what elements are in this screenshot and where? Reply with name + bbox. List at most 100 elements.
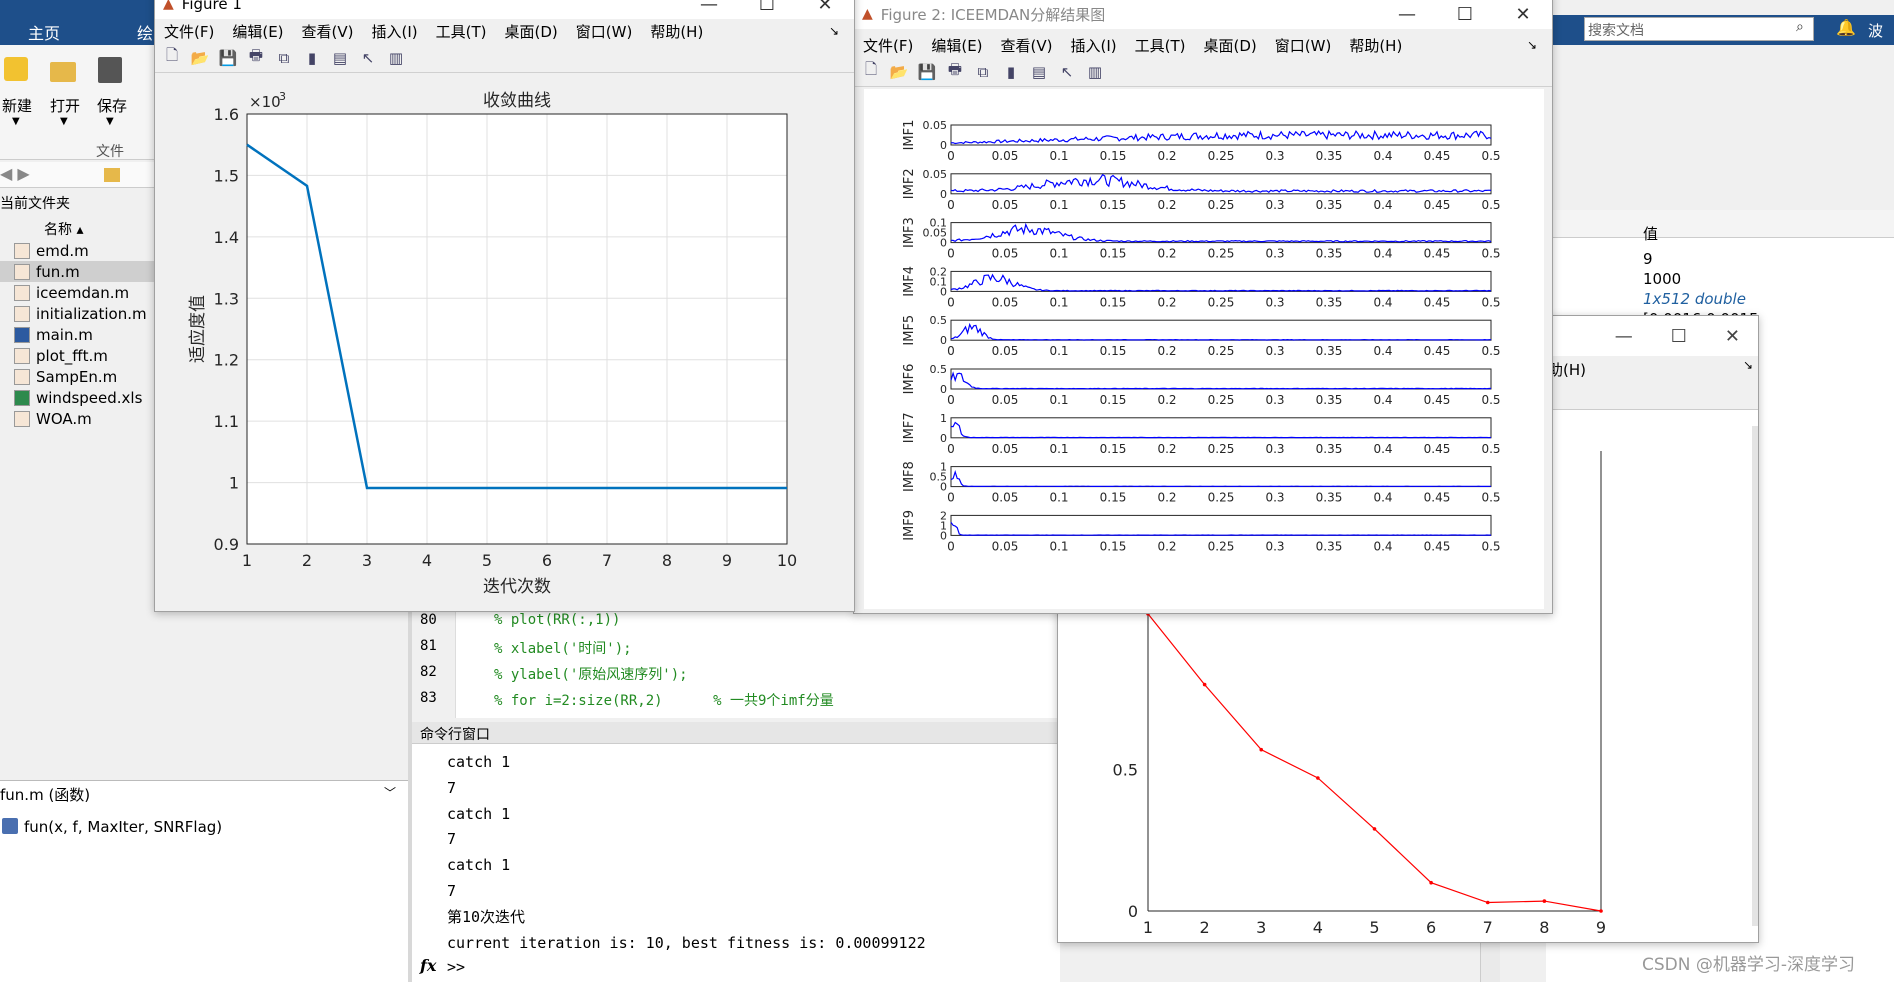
- chevron-icon[interactable]: ↘: [1743, 358, 1753, 372]
- y-tick-label: 0.5: [1113, 761, 1138, 780]
- open-icon[interactable]: [50, 62, 76, 82]
- pointer-icon[interactable]: ↖: [1056, 61, 1078, 83]
- code-line[interactable]: % ylabel('原始风速序列');: [494, 664, 688, 684]
- menu-desktop[interactable]: 桌面(D): [1204, 35, 1257, 56]
- maximize-icon[interactable]: ☐: [738, 0, 796, 15]
- menu-help[interactable]: 帮助(H): [650, 21, 703, 42]
- scrollbar-right[interactable]: [1752, 426, 1758, 926]
- colorbar-icon[interactable]: ▮: [1000, 61, 1022, 83]
- chevron-icon[interactable]: ↘: [1527, 38, 1537, 52]
- fx-icon[interactable]: fx: [420, 956, 436, 975]
- colorbar-icon[interactable]: ▮: [301, 47, 323, 69]
- maximize-icon[interactable]: ☐: [1436, 4, 1494, 25]
- save-icon[interactable]: 💾: [916, 61, 938, 83]
- chart-title: 收敛曲线: [483, 91, 551, 111]
- y-tick-label: 0: [1128, 902, 1138, 921]
- user-name[interactable]: 波: [1868, 20, 1883, 41]
- panel-divider[interactable]: [408, 590, 412, 982]
- x-tick-label: 4: [1313, 918, 1323, 937]
- folder-panel-title: 当前文件夹: [0, 196, 70, 212]
- bell-icon[interactable]: 🔔: [1836, 18, 1856, 37]
- list-item[interactable]: initialization.m: [0, 303, 160, 324]
- menu-insert[interactable]: 插入(I): [372, 21, 418, 42]
- pointer-icon[interactable]: ↖: [357, 47, 379, 69]
- workspace-value-header[interactable]: 值: [1643, 223, 1658, 244]
- x-tick-label: 0.3: [1265, 247, 1284, 261]
- link-icon[interactable]: ⧉: [972, 61, 994, 83]
- code-line[interactable]: % for i=2:size(RR,2) % 一共9个imf分量: [494, 690, 834, 710]
- code-line[interactable]: % xlabel('时间');: [494, 638, 632, 658]
- legend-icon[interactable]: ▤: [329, 47, 351, 69]
- chevron-down-icon[interactable]: ﹀: [384, 784, 396, 801]
- menu-window[interactable]: 窗口(W): [576, 21, 633, 42]
- print-icon[interactable]: 🖶: [944, 60, 966, 83]
- save-button-label[interactable]: 保存: [97, 95, 127, 116]
- save-icon[interactable]: 💾: [217, 47, 239, 69]
- new-figure-icon[interactable]: 🗋: [860, 60, 882, 83]
- list-item[interactable]: iceemdan.m: [0, 282, 160, 303]
- tab-plots[interactable]: 绘: [137, 20, 153, 44]
- close-icon[interactable]: ✕: [1494, 4, 1552, 25]
- list-item[interactable]: WOA.m: [0, 408, 160, 429]
- menu-view[interactable]: 查看(V): [1001, 35, 1053, 56]
- new-figure-icon[interactable]: 🗋: [161, 46, 183, 69]
- menu-help-fragment[interactable]: 助(H): [1548, 359, 1586, 380]
- open-icon[interactable]: 📂: [888, 61, 910, 83]
- data-point: [1599, 909, 1603, 913]
- close-icon[interactable]: ✕: [1725, 326, 1740, 347]
- back-icon[interactable]: ◀ ▶: [0, 164, 30, 183]
- command-prompt[interactable]: >>: [447, 958, 465, 976]
- open-icon[interactable]: 📂: [189, 47, 211, 69]
- property-icon[interactable]: ▥: [1084, 61, 1106, 83]
- chevron-down-icon[interactable]: ▼: [60, 116, 68, 127]
- search-input[interactable]: 搜索文档: [1588, 20, 1644, 40]
- legend-icon[interactable]: ▤: [1028, 61, 1050, 83]
- close-icon[interactable]: ✕: [796, 0, 854, 15]
- x-tick-label: 0.2: [1157, 393, 1176, 407]
- menu-window[interactable]: 窗口(W): [1275, 35, 1332, 56]
- property-icon[interactable]: ▥: [385, 47, 407, 69]
- cmd-scrollbar[interactable]: [1480, 942, 1500, 982]
- list-item[interactable]: SampEn.m: [0, 366, 160, 387]
- list-item[interactable]: fun.m: [0, 261, 160, 282]
- menu-view[interactable]: 查看(V): [302, 21, 354, 42]
- list-item[interactable]: plot_fft.m: [0, 345, 160, 366]
- list-item[interactable]: windspeed.xls: [0, 387, 160, 408]
- chevron-down-icon[interactable]: ▼: [12, 116, 20, 127]
- fig2-toolbar: 🗋 📂 💾 🖶 ⧉ ▮ ▤ ↖ ▥: [854, 57, 1552, 87]
- x-tick-label: 5: [1369, 918, 1379, 937]
- new-button-label[interactable]: 新建: [2, 95, 32, 116]
- menu-help[interactable]: 帮助(H): [1349, 35, 1402, 56]
- minimize-icon[interactable]: —: [1615, 326, 1633, 347]
- menu-insert[interactable]: 插入(I): [1071, 35, 1117, 56]
- x-tick-label: 0.5: [1481, 393, 1500, 407]
- menu-edit[interactable]: 编辑(E): [232, 21, 283, 42]
- minimize-icon[interactable]: —: [680, 0, 738, 15]
- chevron-down-icon[interactable]: ▼: [106, 116, 114, 127]
- minimize-icon[interactable]: —: [1378, 4, 1436, 25]
- menu-file[interactable]: 文件(F): [863, 35, 913, 56]
- maximize-icon[interactable]: ☐: [1671, 326, 1687, 347]
- subplot-axes: [950, 222, 1492, 244]
- list-item[interactable]: main.m: [0, 324, 160, 345]
- menu-desktop[interactable]: 桌面(D): [505, 21, 558, 42]
- code-line[interactable]: % plot(RR(:,1)): [494, 612, 620, 628]
- list-item[interactable]: emd.m: [0, 240, 160, 261]
- folder-icon[interactable]: [104, 168, 120, 182]
- print-icon[interactable]: 🖶: [245, 46, 267, 69]
- open-button-label[interactable]: 打开: [50, 95, 80, 116]
- y-tick-label: 1: [229, 474, 239, 493]
- save-icon[interactable]: [98, 57, 122, 83]
- x-tick-label: 0.45: [1424, 295, 1451, 309]
- menu-tools[interactable]: 工具(T): [436, 21, 487, 42]
- menu-file[interactable]: 文件(F): [164, 21, 214, 42]
- tab-home[interactable]: 主页: [28, 20, 60, 44]
- new-icon[interactable]: [4, 57, 28, 81]
- menu-edit[interactable]: 编辑(E): [931, 35, 982, 56]
- link-icon[interactable]: ⧉: [273, 47, 295, 69]
- name-column-header[interactable]: 名称 ▴: [44, 219, 83, 239]
- menu-tools[interactable]: 工具(T): [1135, 35, 1186, 56]
- chevron-icon[interactable]: ↘: [829, 24, 839, 38]
- x-tick-label: 1: [1143, 918, 1153, 937]
- search-icon[interactable]: ⌕: [1796, 19, 1804, 35]
